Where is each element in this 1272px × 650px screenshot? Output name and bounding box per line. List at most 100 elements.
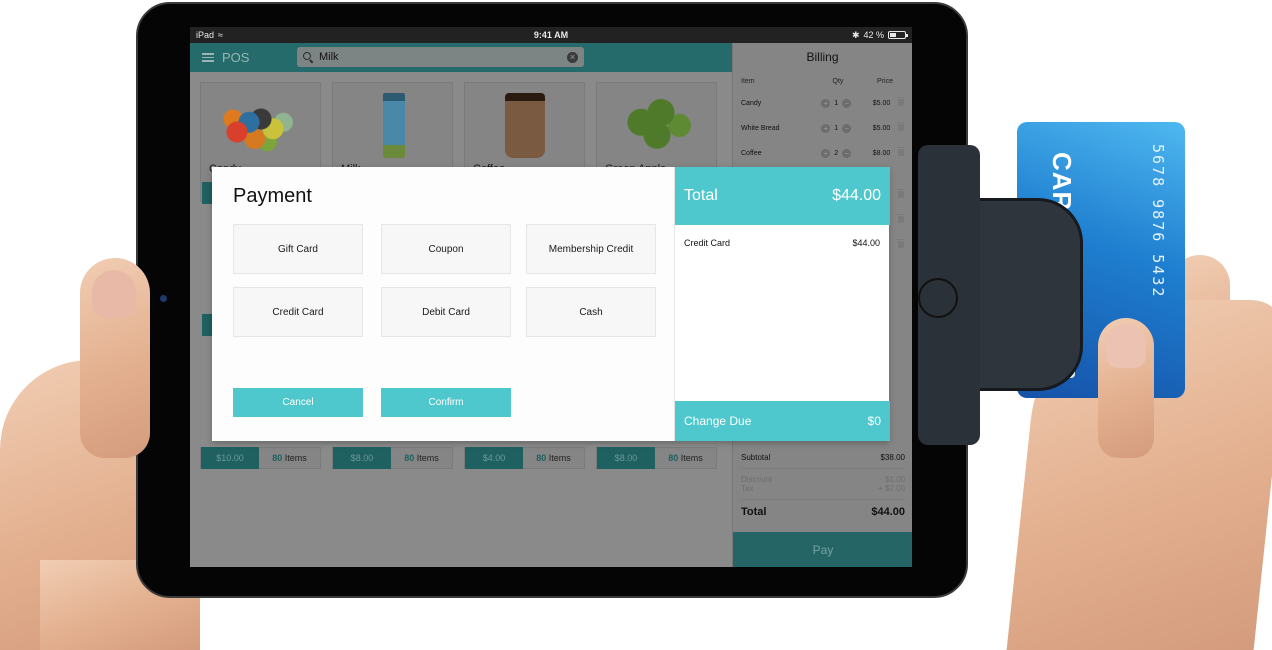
cash-button[interactable]: Cash — [526, 287, 656, 337]
credit-card-button[interactable]: Credit Card — [233, 287, 363, 337]
discount-value: - $1.00 — [880, 475, 905, 484]
product-price-row[interactable]: $4.00 80 Items — [464, 447, 585, 469]
payment-modal: Payment Gift Card Coupon Membership Cred… — [212, 167, 890, 441]
stock-count: 80 — [536, 453, 547, 463]
total-value: $44.00 — [871, 506, 905, 518]
decrease-qty-icon[interactable]: − — [842, 124, 852, 133]
billing-item-name: Coffee — [741, 150, 762, 157]
coffee-cup-image — [505, 93, 545, 158]
device-label: iPad — [196, 30, 215, 40]
trash-icon[interactable] — [897, 147, 905, 156]
change-due-label: Change Due — [684, 414, 752, 428]
billing-item-name: Candy — [741, 100, 762, 107]
column-item: Item — [741, 78, 755, 85]
billing-price: $5.00 — [872, 125, 891, 132]
stock-label: Items — [284, 453, 307, 463]
tax-row: Tax + $7.00 — [733, 484, 912, 493]
billing-qty: 1 — [834, 125, 839, 132]
change-due-amount: $0 — [867, 414, 881, 428]
battery-text: 42 % — [863, 30, 884, 40]
payment-total-amount: $44.00 — [832, 187, 881, 204]
right-thumb — [1098, 318, 1154, 458]
stock-info: 80 Items — [391, 453, 452, 463]
search-bar[interactable]: × — [297, 47, 584, 67]
subtotal-value: $38.00 — [880, 453, 905, 462]
tender-row: Credit Card $44.00 — [684, 238, 880, 248]
billing-summary: Subtotal $38.00 Discount - $1.00 Tax + $… — [733, 453, 912, 518]
right-thumbnail — [1106, 324, 1146, 368]
total-label: Total — [741, 506, 767, 518]
clear-search-icon[interactable]: × — [567, 51, 578, 63]
payment-total-bar: Total $44.00 — [675, 167, 890, 225]
battery-icon — [888, 31, 908, 39]
billing-price: $5.00 — [872, 100, 891, 107]
stock-info: 80 Items — [259, 453, 320, 463]
trash-icon[interactable] — [897, 214, 905, 223]
green-apples-image — [617, 93, 697, 158]
increase-qty-icon[interactable]: + — [821, 99, 831, 108]
search-input[interactable] — [319, 51, 567, 63]
tender-amount: $44.00 — [852, 238, 880, 248]
gift-card-button[interactable]: Gift Card — [233, 224, 363, 274]
product-price-row[interactable]: $8.00 80 Items — [332, 447, 453, 469]
change-due-bar: Change Due $0 — [675, 401, 890, 441]
status-time: 9:41 AM — [533, 30, 569, 40]
debit-card-button[interactable]: Debit Card — [381, 287, 511, 337]
trash-icon[interactable] — [897, 189, 905, 198]
battery-level — [890, 33, 896, 37]
confirm-button[interactable]: Confirm — [381, 388, 511, 417]
trash-icon[interactable] — [897, 97, 905, 106]
billing-row: White Bread +1− $5.00 — [733, 116, 912, 141]
camera-icon — [160, 295, 167, 302]
left-thumbnail — [92, 270, 136, 318]
card-reader-slot — [980, 198, 1083, 391]
stock-count: 80 — [404, 453, 415, 463]
status-bar: iPad ≈ 9:41 AM ✱ 42 % — [190, 27, 912, 43]
stock-count: 80 — [272, 453, 283, 463]
search-icon — [303, 51, 314, 63]
bluetooth-icon: ✱ — [851, 29, 860, 40]
home-button-cutout — [918, 278, 958, 318]
decrease-qty-icon[interactable]: − — [842, 149, 852, 158]
subtotal-label: Subtotal — [741, 453, 771, 462]
payment-methods-panel: Payment Gift Card Coupon Membership Cred… — [212, 167, 674, 441]
column-qty: Qty — [832, 78, 844, 85]
pos-screen: iPad ≈ 9:41 AM ✱ 42 % POS × Candy Milk — [190, 27, 912, 567]
pay-button[interactable]: Pay — [733, 532, 912, 567]
billing-title: Billing — [806, 50, 839, 64]
decrease-qty-icon[interactable]: − — [842, 99, 852, 108]
discount-label: Discount — [741, 475, 773, 484]
price-tag: $8.00 — [333, 447, 391, 469]
gummy-bears-image — [221, 93, 301, 158]
product-price-row[interactable]: $8.00 80 Items — [596, 447, 717, 469]
total-row: Total $44.00 — [733, 506, 912, 518]
membership-credit-button[interactable]: Membership Credit — [526, 224, 656, 274]
discount-row: Discount - $1.00 — [733, 475, 912, 484]
price-tag: $10.00 — [201, 447, 259, 469]
left-thumb — [80, 258, 150, 458]
billing-price: $8.00 — [872, 150, 891, 157]
stock-label: Items — [680, 453, 703, 463]
trash-icon[interactable] — [897, 122, 905, 131]
coupon-button[interactable]: Coupon — [381, 224, 511, 274]
increase-qty-icon[interactable]: + — [821, 124, 831, 133]
increase-qty-icon[interactable]: + — [821, 149, 831, 158]
product-price-row[interactable]: $10.00 80 Items — [200, 447, 321, 469]
stock-label: Items — [416, 453, 439, 463]
trash-icon[interactable] — [897, 239, 905, 248]
tax-label: Tax — [741, 484, 754, 493]
hamburger-menu-icon[interactable] — [202, 53, 214, 62]
stock-info: 80 Items — [523, 453, 584, 463]
price-tag: $4.00 — [465, 447, 523, 469]
billing-row: Coffee +2− $8.00 — [733, 141, 912, 166]
app-title: POS — [222, 50, 250, 65]
subtotal-row: Subtotal $38.00 — [733, 453, 912, 462]
app-header: POS × — [190, 43, 732, 72]
divider — [741, 499, 905, 500]
stock-count: 80 — [668, 453, 679, 463]
price-tag: $8.00 — [597, 447, 655, 469]
billing-qty: 1 — [834, 100, 839, 107]
cancel-button[interactable]: Cancel — [233, 388, 363, 417]
tender-method: Credit Card — [684, 238, 731, 248]
payment-total-label: Total — [684, 187, 718, 204]
